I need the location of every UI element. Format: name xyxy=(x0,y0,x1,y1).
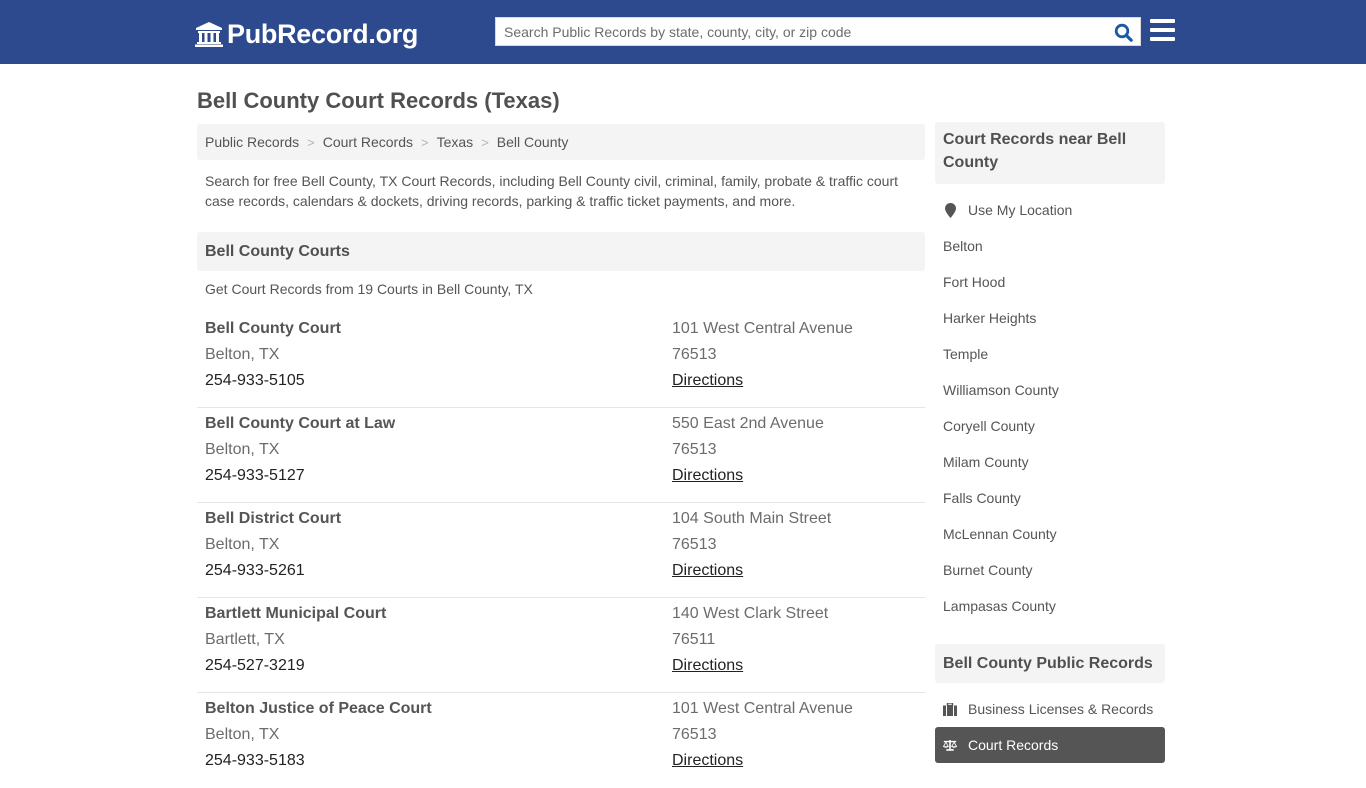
court-city: Belton, TX xyxy=(205,726,280,743)
page-title: Bell County Court Records (Texas) xyxy=(197,88,560,113)
nearby-link-belton[interactable]: Belton xyxy=(935,228,1165,264)
search-button[interactable] xyxy=(1110,20,1136,44)
nearby-link-harker-heights[interactable]: Harker Heights xyxy=(935,300,1165,336)
courts-section-subheading: Get Court Records from 19 Courts in Bell… xyxy=(205,281,533,297)
court-item: Belton Justice of Peace Court Belton, TX… xyxy=(197,693,925,788)
hamburger-menu-button[interactable] xyxy=(1150,19,1176,43)
court-city: Belton, TX xyxy=(205,441,280,458)
court-address: 140 West Clark Street xyxy=(672,605,829,622)
court-item: Bell County Court at Law Belton, TX 254-… xyxy=(197,408,925,503)
court-item: Bell County Court Belton, TX 254-933-510… xyxy=(197,313,925,408)
court-item: Bell District Court Belton, TX 254-933-5… xyxy=(197,503,925,598)
court-zip: 76513 xyxy=(672,726,717,743)
nearby-link-williamson-county[interactable]: Williamson County xyxy=(935,372,1165,408)
public-records-heading: Bell County Public Records xyxy=(935,644,1165,683)
court-address: 104 South Main Street xyxy=(672,510,832,527)
nearby-link-burnet-county[interactable]: Burnet County xyxy=(935,552,1165,588)
public-records-list: Business Licenses & Records Court Record… xyxy=(935,691,1165,763)
breadcrumb: Public Records > Court Records > Texas >… xyxy=(197,124,925,160)
court-phone[interactable]: 254-933-5105 xyxy=(205,371,341,397)
court-name-link[interactable]: Bell District Court xyxy=(205,509,341,535)
nearby-heading: Court Records near Bell County xyxy=(935,122,1165,184)
directions-link[interactable]: Directions xyxy=(672,751,853,777)
breadcrumb-separator: > xyxy=(481,134,489,150)
court-name-link[interactable]: Bell County Court xyxy=(205,319,341,345)
court-city: Belton, TX xyxy=(205,536,280,553)
nearby-link-mclennan-county[interactable]: McLennan County xyxy=(935,516,1165,552)
business-licenses-label: Business Licenses & Records xyxy=(968,701,1154,717)
site-logo[interactable]: PubRecord.org xyxy=(195,18,418,50)
nearby-link-milam-county[interactable]: Milam County xyxy=(935,444,1165,480)
hamburger-bar xyxy=(1150,28,1175,32)
court-address: 101 West Central Avenue xyxy=(672,700,853,717)
business-licenses-link[interactable]: Business Licenses & Records xyxy=(935,691,1165,727)
court-phone[interactable]: 254-933-5127 xyxy=(205,466,395,492)
intro-text: Search for free Bell County, TX Court Re… xyxy=(205,173,899,209)
directions-link[interactable]: Directions xyxy=(672,466,824,492)
court-zip: 76513 xyxy=(672,346,717,363)
map-marker-icon xyxy=(943,202,957,218)
directions-link[interactable]: Directions xyxy=(672,371,853,397)
court-city: Belton, TX xyxy=(205,346,280,363)
breadcrumb-separator: > xyxy=(307,134,315,150)
search-input[interactable] xyxy=(496,18,1106,45)
nearby-link-fort-hood[interactable]: Fort Hood xyxy=(935,264,1165,300)
court-phone[interactable]: 254-527-3219 xyxy=(205,656,386,682)
court-zip: 76511 xyxy=(672,631,716,648)
court-zip: 76513 xyxy=(672,441,717,458)
use-my-location-link[interactable]: Use My Location xyxy=(935,192,1165,228)
nearby-link-falls-county[interactable]: Falls County xyxy=(935,480,1165,516)
breadcrumb-separator: > xyxy=(421,134,429,150)
logo-text: PubRecord.org xyxy=(227,18,419,49)
court-records-label: Court Records xyxy=(968,737,1059,753)
nearby-link-lampasas-county[interactable]: Lampasas County xyxy=(935,588,1165,624)
hamburger-menu-icon xyxy=(1150,19,1175,23)
court-phone[interactable]: 254-933-5183 xyxy=(205,751,432,777)
search-box xyxy=(495,17,1141,46)
nearby-list: Use My Location Belton Fort Hood Harker … xyxy=(935,192,1165,624)
briefcase-icon xyxy=(943,701,957,717)
breadcrumb-bell-county[interactable]: Bell County xyxy=(497,134,569,150)
court-name-link[interactable]: Bartlett Municipal Court xyxy=(205,604,386,630)
directions-link[interactable]: Directions xyxy=(672,561,831,587)
top-navbar: PubRecord.org xyxy=(0,0,1366,64)
courthouse-icon xyxy=(195,22,223,47)
court-address: 550 East 2nd Avenue xyxy=(672,415,824,432)
court-item: Bartlett Municipal Court Bartlett, TX 25… xyxy=(197,598,925,693)
hamburger-bar xyxy=(1150,37,1175,41)
court-address: 101 West Central Avenue xyxy=(672,320,853,337)
court-city: Bartlett, TX xyxy=(205,631,285,648)
search-icon xyxy=(1114,23,1133,42)
court-list: Bell County Court Belton, TX 254-933-510… xyxy=(197,313,925,788)
courts-section-heading: Bell County Courts xyxy=(197,232,925,271)
court-name-link[interactable]: Belton Justice of Peace Court xyxy=(205,699,432,725)
breadcrumb-public-records[interactable]: Public Records xyxy=(205,134,299,150)
court-phone[interactable]: 254-933-5261 xyxy=(205,561,341,587)
use-my-location-label: Use My Location xyxy=(968,202,1073,218)
court-records-link[interactable]: Court Records xyxy=(935,727,1165,763)
directions-link[interactable]: Directions xyxy=(672,656,828,682)
court-name-link[interactable]: Bell County Court at Law xyxy=(205,414,395,440)
nearby-link-temple[interactable]: Temple xyxy=(935,336,1165,372)
breadcrumb-texas[interactable]: Texas xyxy=(437,134,474,150)
nearby-link-coryell-county[interactable]: Coryell County xyxy=(935,408,1165,444)
scales-icon xyxy=(943,737,957,753)
court-zip: 76513 xyxy=(672,536,717,553)
breadcrumb-court-records[interactable]: Court Records xyxy=(323,134,413,150)
